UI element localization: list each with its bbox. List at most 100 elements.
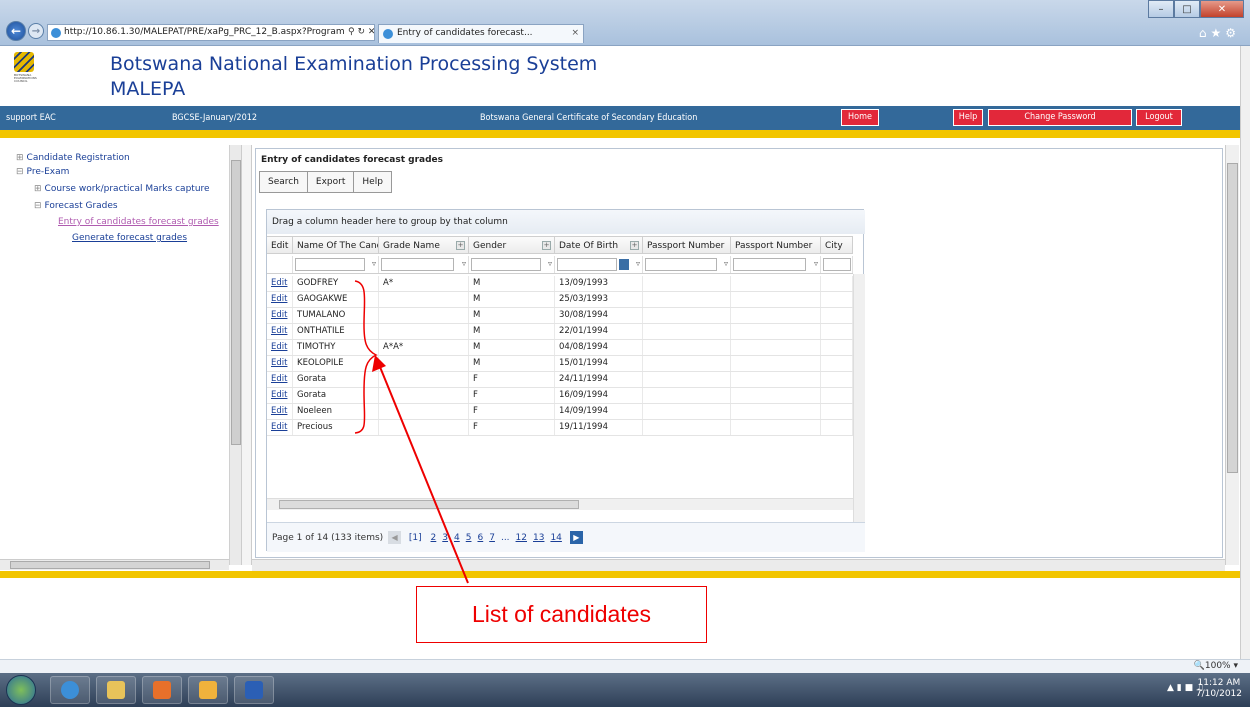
tree-item-course-work[interactable]: ⊞ Course work/practical Marks capture: [34, 184, 210, 194]
col-header-name[interactable]: Name Of The Cand: [293, 237, 379, 253]
col-header-grade[interactable]: Grade Name +: [379, 237, 469, 253]
city-filter-input[interactable]: [823, 258, 851, 271]
tree-item-forecast-grades[interactable]: ⊟ Forecast Grades: [34, 201, 118, 211]
column-filter-icon[interactable]: +: [542, 241, 551, 250]
gender-filter-input[interactable]: [471, 258, 541, 271]
column-filter-icon[interactable]: +: [456, 241, 465, 250]
page-link[interactable]: 6: [477, 533, 483, 543]
help-button[interactable]: Help: [953, 109, 983, 126]
taskbar-ie-icon[interactable]: [50, 676, 90, 704]
filter-icon[interactable]: ▿: [814, 259, 818, 268]
tree-item-entry-forecast[interactable]: Entry of candidates forecast grades: [58, 217, 219, 227]
row-edit-link[interactable]: Edit: [267, 372, 293, 387]
page-link[interactable]: 7: [489, 533, 495, 543]
start-button[interactable]: [6, 675, 36, 705]
filter-icon[interactable]: ▿: [724, 259, 728, 268]
export-button[interactable]: Export: [308, 172, 355, 192]
address-bar[interactable]: http://10.86.1.30/MALEPAT/PRE/xaPg_PRC_1…: [47, 24, 375, 41]
scroll-thumb[interactable]: [1227, 163, 1238, 473]
page-vertical-scrollbar[interactable]: [1240, 46, 1250, 659]
col-header-passport-2[interactable]: Passport Number: [731, 237, 821, 253]
back-button[interactable]: ←: [6, 21, 26, 41]
pane-splitter[interactable]: [242, 145, 252, 565]
logout-button[interactable]: Logout: [1136, 109, 1182, 126]
search-button[interactable]: Search: [260, 172, 308, 192]
row-edit-link[interactable]: Edit: [267, 276, 293, 291]
browser-tab[interactable]: Entry of candidates forecast... ×: [378, 24, 584, 43]
collapse-icon[interactable]: ⊟: [16, 167, 24, 177]
change-password-button[interactable]: Change Password: [988, 109, 1132, 126]
tree-vertical-scrollbar[interactable]: [229, 145, 241, 565]
taskbar-word-icon[interactable]: [234, 676, 274, 704]
row-edit-link[interactable]: Edit: [267, 388, 293, 403]
page-link[interactable]: 2: [431, 533, 437, 543]
tab-close-icon[interactable]: ×: [571, 25, 579, 42]
taskbar: ▲ ▮ ■ ♫ 11:12 AM 7/10/2012: [0, 673, 1250, 707]
col-header-city[interactable]: City: [821, 237, 853, 253]
col-header-gender[interactable]: Gender +: [469, 237, 555, 253]
tree-item-pre-exam[interactable]: ⊟ Pre-Exam: [16, 167, 69, 177]
taskbar-explorer-icon[interactable]: [96, 676, 136, 704]
close-window-button[interactable]: ✕: [1200, 0, 1244, 18]
col-header-edit[interactable]: Edit: [267, 237, 293, 253]
row-edit-link[interactable]: Edit: [267, 356, 293, 371]
main-horizontal-scrollbar[interactable]: [252, 559, 1225, 571]
maximize-button[interactable]: □: [1174, 0, 1200, 18]
dob-filter-input[interactable]: [557, 258, 617, 271]
scroll-thumb[interactable]: [231, 160, 241, 445]
forward-button[interactable]: →: [28, 23, 44, 39]
taskbar-clock[interactable]: 11:12 AM 7/10/2012: [1196, 678, 1242, 700]
collapse-icon[interactable]: ⊟: [34, 201, 42, 211]
grid-horizontal-scrollbar[interactable]: [267, 498, 853, 510]
home-icon[interactable]: ⌂: [1199, 26, 1211, 40]
tree-item-candidate-registration[interactable]: ⊞ Candidate Registration: [16, 153, 130, 163]
row-edit-link[interactable]: Edit: [267, 340, 293, 355]
name-filter-input[interactable]: [295, 258, 365, 271]
filter-icon[interactable]: ▿: [372, 259, 376, 268]
page-link[interactable]: 3: [442, 533, 448, 543]
scroll-thumb[interactable]: [10, 561, 210, 569]
row-edit-link[interactable]: Edit: [267, 308, 293, 323]
col-header-dob[interactable]: Date Of Birth +: [555, 237, 643, 253]
filter-icon[interactable]: ▿: [548, 259, 552, 268]
row-name: Gorata: [293, 388, 379, 403]
taskbar-outlook-icon[interactable]: [188, 676, 228, 704]
row-edit-link[interactable]: Edit: [267, 292, 293, 307]
expand-icon[interactable]: ⊞: [16, 153, 24, 163]
row-passport-2: [731, 388, 821, 403]
grid-vertical-scrollbar[interactable]: [853, 274, 865, 522]
zoom-level[interactable]: 🔍100% ▾: [1194, 661, 1238, 671]
col-header-passport[interactable]: Passport Number: [643, 237, 731, 253]
page-link[interactable]: 5: [466, 533, 472, 543]
grade-filter-input[interactable]: [381, 258, 454, 271]
row-edit-link[interactable]: Edit: [267, 420, 293, 435]
row-edit-link[interactable]: Edit: [267, 404, 293, 419]
page-link[interactable]: 12: [516, 533, 527, 543]
browser-icons[interactable]: ⌂★⚙: [1199, 26, 1240, 40]
main-vertical-scrollbar[interactable]: [1225, 145, 1239, 565]
favorites-icon[interactable]: ★: [1210, 26, 1225, 40]
help-toolbar-button[interactable]: Help: [354, 172, 391, 192]
tree-item-generate-forecast[interactable]: Generate forecast grades: [72, 233, 187, 243]
date-picker-icon[interactable]: [619, 259, 629, 270]
minimize-button[interactable]: –: [1148, 0, 1174, 18]
page-link[interactable]: 4: [454, 533, 460, 543]
column-filter-icon[interactable]: +: [630, 241, 639, 250]
taskbar-media-icon[interactable]: [142, 676, 182, 704]
tree-horizontal-scrollbar[interactable]: [0, 559, 229, 570]
filter-icon[interactable]: ▿: [462, 259, 466, 268]
next-page-button[interactable]: ▶: [569, 531, 583, 544]
expand-icon[interactable]: ⊞: [34, 184, 42, 194]
page-link[interactable]: 14: [550, 533, 561, 543]
passport-filter-input[interactable]: [645, 258, 717, 271]
prev-page-button[interactable]: ◀: [388, 531, 402, 544]
row-edit-link[interactable]: Edit: [267, 324, 293, 339]
home-button[interactable]: Home: [841, 109, 879, 126]
passport-2-filter-input[interactable]: [733, 258, 806, 271]
settings-gear-icon[interactable]: ⚙: [1225, 26, 1240, 40]
group-by-panel[interactable]: Drag a column header here to group by th…: [267, 210, 865, 234]
address-tools[interactable]: ⚲ ↻ ✕: [348, 25, 374, 40]
filter-icon[interactable]: ▿: [636, 259, 640, 268]
page-link[interactable]: 13: [533, 533, 544, 543]
scroll-thumb[interactable]: [279, 500, 579, 509]
